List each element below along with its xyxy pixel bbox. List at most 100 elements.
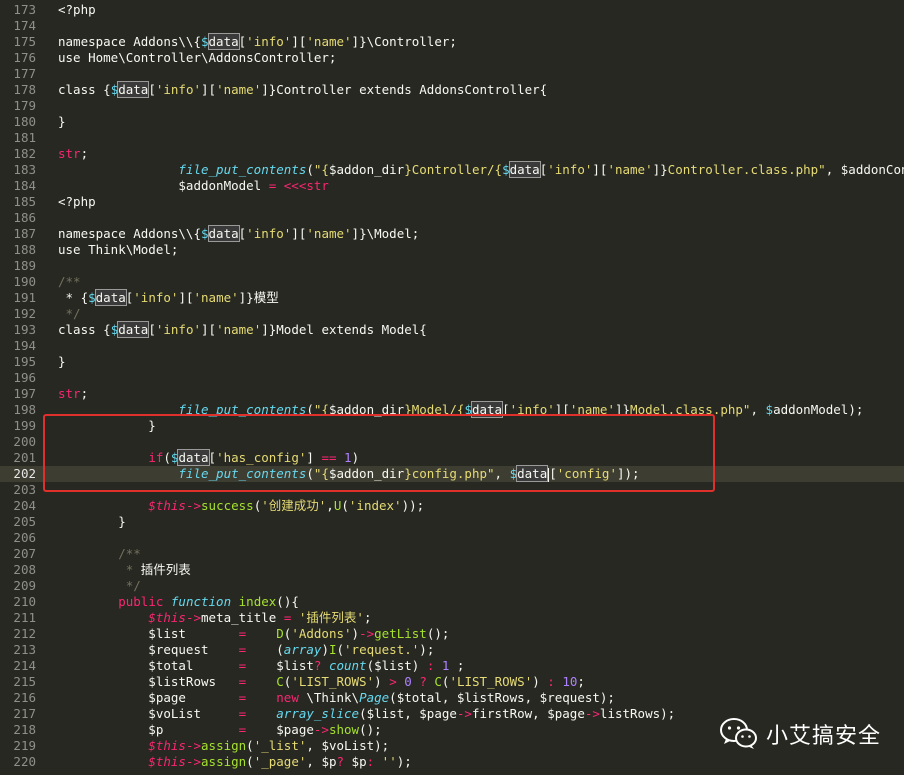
line-number: 181	[13, 130, 36, 145]
watermark: 小艾搞安全	[720, 714, 890, 754]
code-line[interactable]: 205 }	[0, 514, 904, 530]
code-line[interactable]: 178 class {$data['info']['name']}Controll…	[0, 81, 904, 98]
code-text: use Think\Model;	[58, 242, 178, 258]
code-text: class {$data['info']['name']}Controller …	[58, 81, 547, 98]
code-line[interactable]: 194	[0, 338, 904, 354]
code-token: (	[246, 642, 284, 657]
code-line[interactable]: 182 str;	[0, 146, 904, 162]
line-number: 210	[13, 594, 36, 609]
code-line[interactable]: 177	[0, 66, 904, 82]
code-line[interactable]: 186	[0, 210, 904, 226]
code-token: '_list'	[253, 738, 307, 753]
code-line[interactable]: 175 namespace Addons\\{$data['info']['nam…	[0, 33, 904, 50]
code-token: str	[58, 146, 81, 161]
code-token: C	[276, 674, 284, 689]
code-text: }	[58, 114, 66, 130]
code-line[interactable]: 176 use Home\Controller\AddonsController;	[0, 50, 904, 66]
code-line[interactable]: 183 file_put_contents("{$addon_dir}Contr…	[0, 161, 904, 178]
code-token: meta_title	[201, 610, 284, 625]
code-line[interactable]: 216 $page = new \Think\Page($total, $lis…	[0, 690, 904, 706]
code-token: /**	[58, 274, 81, 289]
code-line[interactable]: 212 $list = D('Addons')->getList();	[0, 626, 904, 642]
code-line[interactable]: 185 <?php	[0, 194, 904, 210]
code-text: $total = $list? count($list) : 1 ;	[58, 658, 464, 674]
code-token: ]}	[652, 162, 668, 177]
code-line[interactable]: 179	[0, 98, 904, 114]
line-number: 202	[13, 466, 36, 481]
code-line[interactable]: 206	[0, 530, 904, 546]
code-line[interactable]: 192 */	[0, 306, 904, 322]
code-token: ->	[185, 738, 202, 753]
code-line[interactable]: 209 */	[0, 578, 904, 594]
code-line[interactable]: 190 /**	[0, 274, 904, 290]
code-editor[interactable]: 173 <?php 174 175 namespace Addons\\{$data['…	[0, 0, 904, 775]
code-line[interactable]: 220 $this->assign('_page', $p? $p: '');	[0, 754, 904, 770]
code-line[interactable]: 197 str;	[0, 386, 904, 402]
code-line[interactable]: 184 $addonModel = <<<str	[0, 178, 904, 194]
code-token: ->	[313, 722, 329, 737]
code-line[interactable]: 188 use Think\Model;	[0, 242, 904, 258]
code-line[interactable]: 173 <?php	[0, 2, 904, 18]
code-token: )	[351, 626, 360, 641]
code-line[interactable]: 195}	[0, 354, 904, 370]
code-token: $list	[58, 626, 239, 641]
code-line[interactable]: 193 class {$data['info']['name']}Model ex…	[0, 321, 904, 338]
line-number: 183	[13, 162, 36, 177]
code-text: namespace Addons\\{$data['info']['name']…	[58, 33, 457, 50]
line-number: 195	[13, 354, 36, 369]
code-line[interactable]: 174	[0, 18, 904, 34]
code-token: 'info'	[133, 290, 179, 305]
code-line[interactable]: 210 public function index(){	[0, 594, 904, 610]
line-number: 201	[13, 450, 36, 465]
code-token: <?php	[58, 2, 96, 17]
code-line[interactable]: 196	[0, 370, 904, 386]
line-number: 212	[13, 626, 36, 641]
code-line[interactable]: 180}	[0, 114, 904, 130]
code-token: ->	[456, 706, 472, 721]
code-token: )	[532, 674, 548, 689]
code-line[interactable]: 208 * 插件列表	[0, 562, 904, 578]
code-line[interactable]: 215 $listRows = C('LIST_ROWS') > 0 ? C('…	[0, 674, 904, 690]
code-line[interactable]: 211 $this->meta_title = '插件列表';	[0, 610, 904, 626]
code-token: ?	[336, 754, 345, 769]
code-token: , $addonControl	[825, 162, 904, 177]
code-token: (	[341, 498, 349, 513]
code-token: ]}\Model;	[351, 226, 420, 241]
code-token: class {	[58, 322, 111, 337]
code-text: }	[58, 514, 126, 530]
code-text: <?php	[58, 194, 96, 210]
code-token: $	[201, 34, 209, 49]
code-token: )	[321, 642, 329, 657]
code-token: $page	[246, 722, 314, 737]
code-token: */	[58, 306, 81, 321]
code-token: ''	[381, 754, 397, 769]
code-token: * {	[58, 290, 89, 305]
code-token: *	[58, 562, 141, 577]
code-token: /**	[58, 546, 141, 561]
line-number: 180	[13, 114, 36, 129]
line-number: 176	[13, 50, 36, 65]
code-text: * 插件列表	[58, 562, 191, 578]
code-token: show	[328, 722, 360, 737]
code-text: $voList = array_slice($list, $page->firs…	[58, 706, 675, 722]
line-number: 190	[13, 274, 36, 289]
code-line[interactable]: 213 $request = (array)I('request.');	[0, 642, 904, 658]
code-token: assign	[201, 754, 247, 769]
code-line[interactable]: 187 namespace Addons\\{$data['info']['nam…	[0, 225, 904, 242]
code-token: $addonModel	[58, 178, 269, 193]
code-line[interactable]: 191 * {$data['info']['name']}模型	[0, 289, 904, 306]
code-line[interactable]: 181	[0, 130, 904, 146]
code-line[interactable]: 214 $total = $list? count($list) : 1 ;	[0, 658, 904, 674]
code-token: getList	[374, 626, 427, 641]
code-line[interactable]: 207 /**	[0, 546, 904, 562]
line-number: 188	[13, 242, 36, 257]
line-number: 175	[13, 34, 36, 49]
code-line[interactable]: 189	[0, 258, 904, 274]
code-line[interactable]: 204 $this->success('创建成功',U('index'));	[0, 498, 904, 514]
